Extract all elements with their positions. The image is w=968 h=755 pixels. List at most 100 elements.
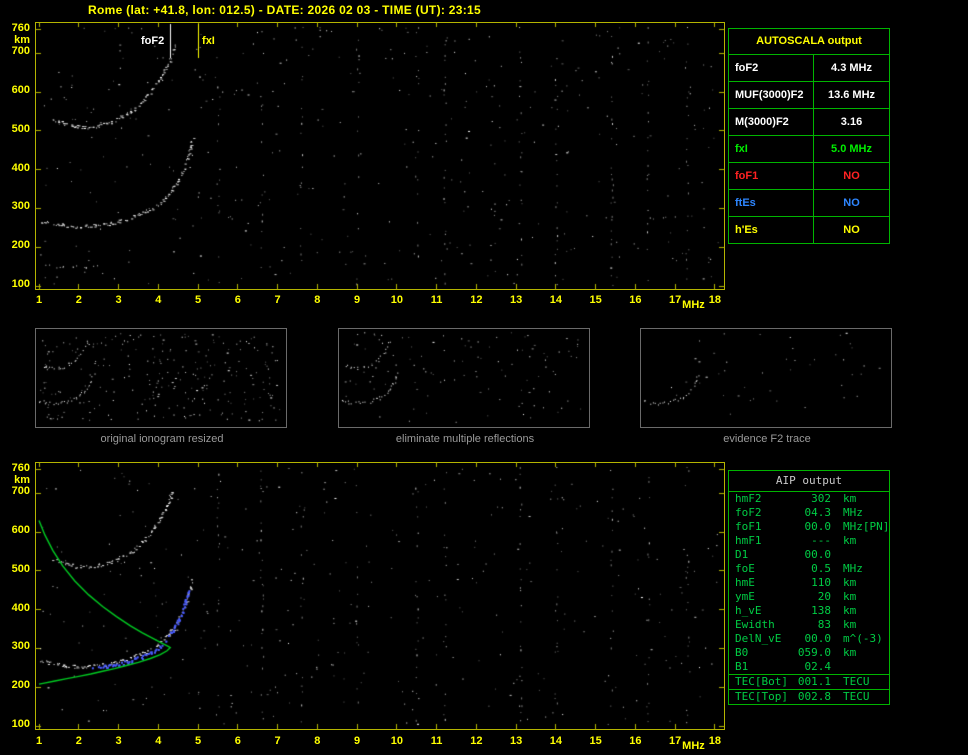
thumbnail-original-ionogram xyxy=(35,328,287,428)
autoscala-param-label: M(3000)F2 xyxy=(729,109,814,135)
aip-param-label: B0 xyxy=(735,646,749,659)
autoscala-param-label: fxI xyxy=(729,136,814,162)
aip-row-B0: B0 059.0 km xyxy=(729,646,889,660)
autoscala-param-value: NO xyxy=(843,170,860,182)
aip-param-label: TEC[Top] xyxy=(735,690,788,703)
y-axis-tick-label: 200 xyxy=(11,239,30,252)
autoscala-param-label: ftEs xyxy=(729,190,814,216)
x-axis-tick-label: 7 xyxy=(274,294,281,306)
x-axis-tick-label: 11 xyxy=(430,735,443,747)
aip-param-unit: km xyxy=(843,590,857,603)
thumbnail-caption-1: original ionogram resized xyxy=(100,433,224,445)
aip-param-value: 00.0 xyxy=(804,632,832,645)
aip-ionogram-plot xyxy=(35,462,725,730)
x-axis-tick-label: 16 xyxy=(629,294,642,306)
aip-param-label: Ewidth xyxy=(735,618,775,631)
aip-param-unit: MHz xyxy=(843,562,863,575)
aip-param-value: 0.5 xyxy=(811,562,831,575)
autoscala-row-MUF(3000)F2: MUF(3000)F2 13.6 MHz xyxy=(729,82,889,109)
aip-param-unit: MHz xyxy=(843,506,863,519)
page-title: Rome (lat: +41.8, lon: 012.5) - DATE: 20… xyxy=(88,3,481,17)
aip-param-value: 04.3 xyxy=(804,506,832,519)
aip-param-label: ymE xyxy=(735,590,755,603)
aip-param-label: TEC[Bot] xyxy=(735,675,788,688)
autoscala-param-label: h'Es xyxy=(729,217,814,243)
y-axis-tick-label: 600 xyxy=(11,84,30,97)
aip-param-value: 059.0 xyxy=(797,646,831,659)
fxI-marker-label: fxI xyxy=(202,35,215,47)
y-axis-tick-label: 400 xyxy=(11,161,30,174)
y-axis-tick-label: 760 xyxy=(11,461,30,474)
autoscala-param-label: foF2 xyxy=(729,55,814,81)
x-axis-tick-label: 18 xyxy=(708,735,722,747)
x-axis-tick-label: 11 xyxy=(430,294,443,306)
aip-row-hmF1: hmF1 --- km xyxy=(729,534,889,548)
x-axis-tick-label: 5 xyxy=(194,735,202,747)
autoscala-row-ftEs: ftEs NO xyxy=(729,190,889,217)
autoscala-row-foF2: foF2 4.3 MHz xyxy=(729,55,889,82)
aip-param-value: 001.1 xyxy=(797,675,831,688)
aip-table-rows: hmF2 302 km foF2 04.3 MHz foF1 00.0 MHz [PN] hmF1-… xyxy=(729,492,889,704)
x-axis-tick-label: 8 xyxy=(314,294,321,306)
x-axis-tick-label: 15 xyxy=(589,294,602,306)
aip-param-label: D1 xyxy=(735,548,749,561)
aip-row-B1: B1 02.4 xyxy=(729,660,889,674)
aip-param-unit: m^(-3) xyxy=(843,632,883,645)
y-axis-unit-label: km xyxy=(14,33,30,46)
x-axis-tick-label: 15 xyxy=(589,735,602,747)
aip-param-label: foF1 xyxy=(735,520,762,533)
aip-param-unit: TECU xyxy=(843,675,870,688)
aip-param-label: foE xyxy=(735,562,755,575)
aip-row-foF2: foF2 04.3 MHz xyxy=(729,506,889,520)
y-axis-tick-label: 400 xyxy=(11,601,30,614)
aip-param-unit: km xyxy=(843,534,857,547)
thumbnail-canvas-3 xyxy=(641,329,891,427)
aip-param-value: 110 xyxy=(811,576,831,589)
thumbnail-caption-3: evidence F2 trace xyxy=(723,433,811,445)
x-axis-tick-label: 14 xyxy=(549,735,562,747)
autoscala-param-value: NO xyxy=(843,224,860,236)
x-axis-tick-label: 16 xyxy=(629,735,642,747)
aip-param-unit: km xyxy=(843,646,857,659)
aip-param-note: [PN] xyxy=(862,520,890,533)
aip-ionogram-canvas xyxy=(36,463,724,729)
x-axis-tick-label: 2 xyxy=(75,735,82,747)
thumbnail-eliminate-reflections xyxy=(338,328,590,428)
autoscala-param-value: 4.3 MHz xyxy=(831,62,872,74)
x-axis-tick-label: 3 xyxy=(115,735,122,747)
x-axis-tick-label: 4 xyxy=(155,735,162,747)
aip-param-label: foF2 xyxy=(735,506,762,519)
aip-row-hmE: hmE 110 km xyxy=(729,576,889,590)
x-axis-tick-label: 6 xyxy=(234,294,241,306)
thumbnail-f2-trace xyxy=(640,328,892,428)
thumbnail-canvas-1 xyxy=(36,329,286,427)
aip-param-value: 00.0 xyxy=(804,548,832,561)
x-axis-unit-label: MHz xyxy=(682,299,705,311)
autoscala-row-fxI: fxI 5.0 MHz xyxy=(729,136,889,163)
autoscala-row-h'Es: h'Es NO xyxy=(729,217,889,243)
x-axis-tick-label: 5 xyxy=(194,294,202,306)
autoscala-screen: Rome (lat: +41.8, lon: 012.5) - DATE: 20… xyxy=(0,0,968,755)
aip-row-Ewidth: Ewidth 83 km xyxy=(729,618,889,632)
main-ionogram-plot xyxy=(35,22,725,290)
aip-table-title: AIP output xyxy=(729,471,889,492)
x-axis-tick-label: 18 xyxy=(708,294,722,306)
x-axis-tick-label: 7 xyxy=(274,735,281,747)
autoscala-output-table: AUTOSCALA output foF2 4.3 MHz MUF(3000)F2 1… xyxy=(728,28,890,244)
thumbnail-caption-2: eliminate multiple reflections xyxy=(395,433,535,445)
x-axis-tick-label: 9 xyxy=(354,294,361,306)
x-axis-tick-label: 1 xyxy=(35,735,43,747)
x-axis-unit-label: MHz xyxy=(682,740,705,752)
y-axis-tick-label: 500 xyxy=(11,122,30,135)
aip-param-label: DelN_vE xyxy=(735,632,782,645)
aip-row-DelN_vE: DelN_vE 00.0 m^(-3) xyxy=(729,632,889,646)
y-axis-tick-label: 200 xyxy=(11,679,30,692)
aip-param-value: 20 xyxy=(817,590,831,603)
x-axis-tick-label: 3 xyxy=(115,294,122,306)
aip-output-table: AIP output hmF2 302 km foF2 04.3 MHz foF1 00.0 M… xyxy=(728,470,890,705)
aip-param-value: --- xyxy=(811,534,831,547)
aip-param-unit: km xyxy=(843,576,857,589)
aip-param-value: 002.8 xyxy=(797,690,831,703)
y-axis-tick-label: 100 xyxy=(11,718,30,730)
y-axis-tick-label: 760 xyxy=(11,21,30,34)
